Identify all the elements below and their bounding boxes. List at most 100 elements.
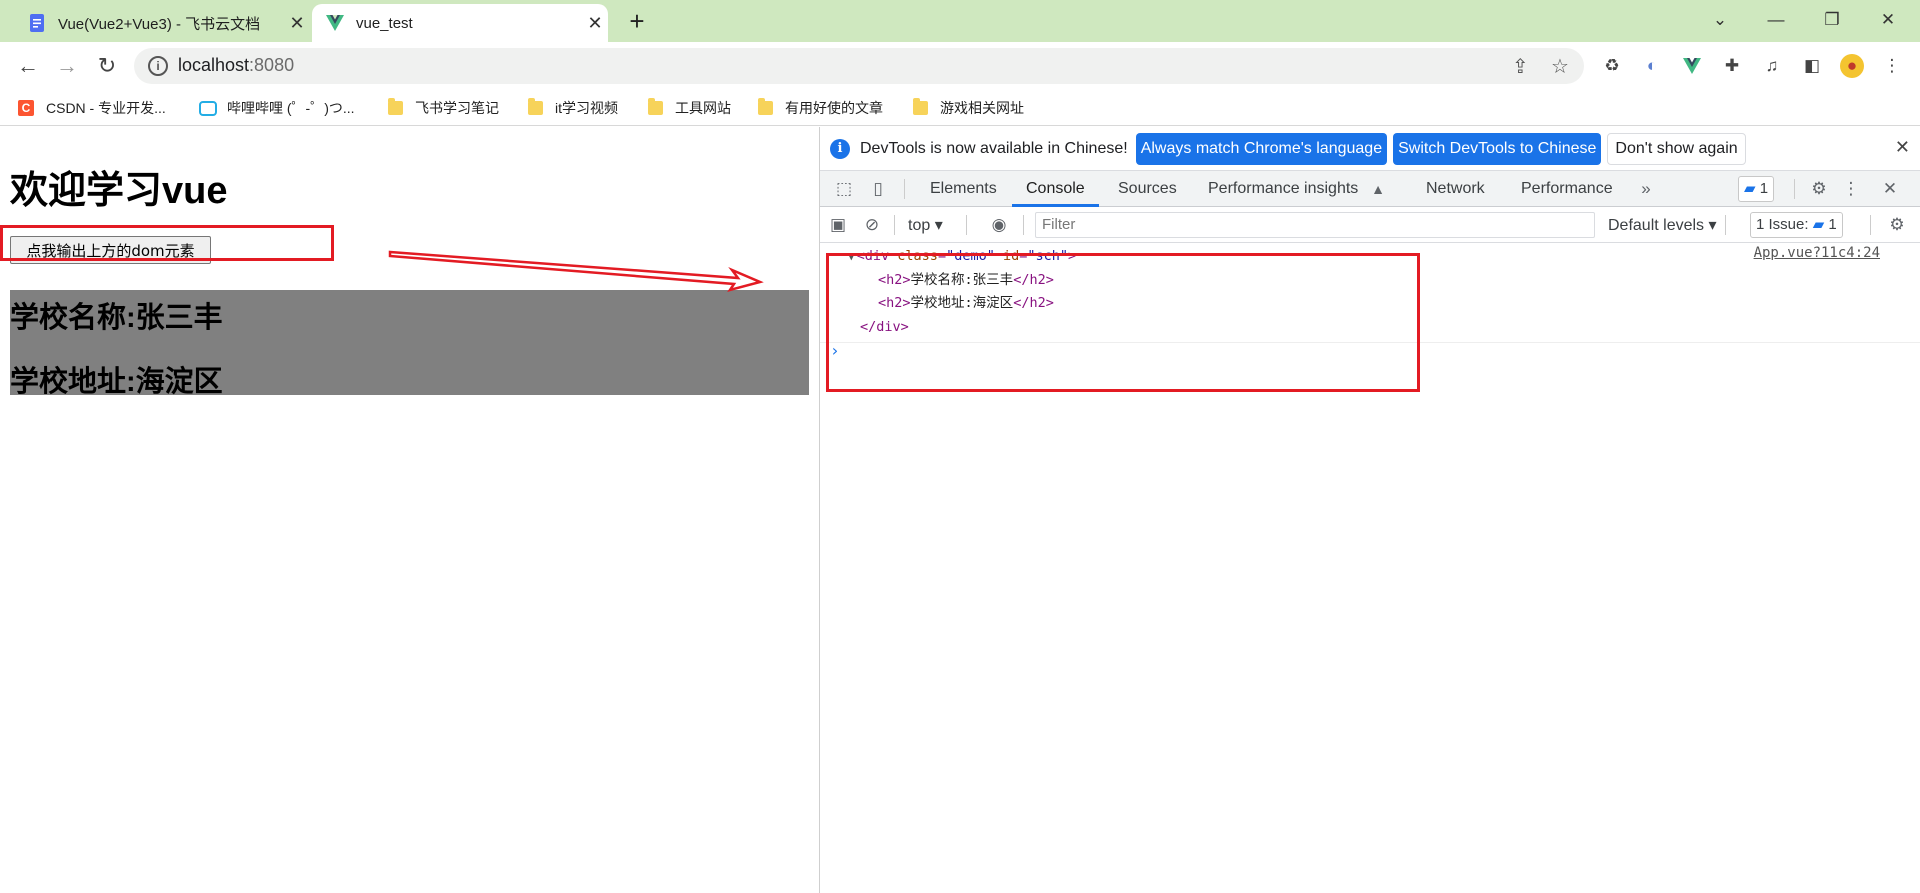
window-close-icon[interactable]: ✕ (1860, 0, 1916, 40)
tab-network[interactable]: Network (1426, 171, 1485, 207)
menu-kebab-icon[interactable]: ⋮ (1880, 54, 1904, 78)
always-match-language-button[interactable]: Always match Chrome's language (1135, 132, 1388, 165)
console-filter-input[interactable]: Filter (1035, 212, 1595, 238)
bookmark-label: 游戏相关网址 (940, 100, 1024, 116)
tab-title: vue_test (356, 14, 413, 32)
tab-console[interactable]: Console (1012, 171, 1099, 207)
tab-vue-test[interactable]: vue_test ✕ (312, 4, 608, 42)
devtools-tab-bar: ⬚ ▯ Elements Console Sources Performance… (820, 171, 1920, 207)
console-settings-gear-icon[interactable]: ⚙ (1885, 213, 1909, 237)
tab-sources[interactable]: Sources (1118, 171, 1177, 207)
log-levels-dropdown[interactable]: Default levels ▾ (1608, 215, 1717, 235)
bookmark-folder[interactable]: it学习视频 (528, 98, 618, 118)
infobar-close-icon[interactable]: ✕ (1895, 137, 1910, 158)
bookmark-folder[interactable]: 游戏相关网址 (913, 98, 1024, 118)
clear-console-icon[interactable]: ⊘ (860, 213, 884, 237)
forward-icon[interactable]: → (51, 50, 83, 82)
vue-devtools-icon[interactable] (1680, 54, 1704, 78)
messages-count: 1 (1759, 180, 1769, 197)
bookmark-folder[interactable]: 有用好使的文章 (758, 98, 883, 118)
docs-icon (28, 14, 46, 32)
toolbar-separator (1870, 215, 1871, 235)
tab-strip: Vue(Vue2+Vue3) - 飞书云文档 ✕ vue_test ✕ + ⌄ … (0, 0, 1920, 42)
tab-feishu-doc[interactable]: Vue(Vue2+Vue3) - 飞书云文档 ✕ (14, 4, 310, 42)
bookmark-folder[interactable]: 飞书学习笔记 (388, 98, 499, 118)
toolbar-separator (1023, 215, 1024, 235)
bookmark-star-icon[interactable]: ☆ (1551, 54, 1569, 79)
school-name: 学校名称:张三丰 (10, 302, 223, 334)
url-port: :8080 (249, 55, 295, 75)
folder-icon (913, 98, 928, 115)
tab-performance-insights[interactable]: Performance insights (1208, 171, 1358, 207)
dropdown-arrow-icon: ▾ (1708, 217, 1717, 234)
bookmark-label: 工具网站 (675, 100, 731, 116)
close-tab-icon[interactable]: ✕ (284, 13, 310, 34)
folder-icon (648, 98, 663, 115)
issues-label: 1 Issue: (1756, 216, 1809, 233)
extensions-puzzle-icon[interactable]: ✚ (1720, 54, 1744, 78)
bookmark-csdn[interactable]: C CSDN - 专业开发... (18, 98, 166, 118)
settings-gear-icon[interactable]: ⚙ (1807, 177, 1831, 201)
device-toolbar-icon[interactable]: ▯ (866, 177, 890, 201)
site-info-icon[interactable]: i (148, 56, 168, 76)
tab-elements[interactable]: Elements (930, 171, 997, 207)
close-tab-icon[interactable]: ✕ (582, 13, 608, 34)
url-host: localhost (178, 55, 250, 75)
csdn-icon: C (18, 100, 34, 116)
annotation-box-console (826, 253, 1420, 392)
back-icon[interactable]: ← (12, 50, 44, 82)
live-expression-eye-icon[interactable]: ◉ (987, 213, 1011, 237)
issue-icon: ▰ (1812, 216, 1825, 233)
more-tabs-chevron-icon[interactable]: » (1634, 177, 1658, 201)
folder-icon (758, 98, 773, 115)
context-selector[interactable]: top ▾ (908, 215, 943, 235)
address-bar[interactable]: i localhost:8080 ⇪ ☆ (134, 48, 1584, 84)
annotation-arrow (388, 250, 764, 293)
tab-search-icon[interactable]: ⌄ (1692, 0, 1748, 40)
experiment-flask-icon: ▲ (1371, 181, 1385, 197)
close-devtools-icon[interactable]: ✕ (1878, 177, 1902, 201)
inspect-element-icon[interactable]: ⬚ (832, 177, 856, 201)
issues-badge[interactable]: 1 Issue: ▰ 1 (1750, 212, 1843, 238)
annotation-box-button (0, 225, 334, 261)
toolbar-separator (1725, 215, 1726, 235)
minimize-icon[interactable]: — (1748, 0, 1804, 40)
issues-count: 1 (1828, 216, 1837, 233)
url-text[interactable]: localhost:8080 (178, 55, 294, 76)
sidebar-toggle-icon[interactable]: ▣ (826, 213, 850, 237)
dont-show-again-button[interactable]: Don't show again (1607, 132, 1746, 165)
bookmark-label: 有用好使的文章 (785, 100, 883, 116)
page-heading: 欢迎学习vue (10, 170, 228, 212)
vue-icon (326, 14, 344, 32)
context-label: top (908, 217, 931, 234)
bookmark-bilibili[interactable]: 哔哩哔哩 (゜-゜)つ... (199, 98, 355, 118)
console-toolbar: ▣ ⊘ top ▾ ◉ Filter Default levels ▾ 1 Is… (820, 207, 1920, 243)
bookmark-folder[interactable]: 工具网站 (648, 98, 731, 118)
levels-label: Default levels (1608, 217, 1705, 234)
infobar-message: DevTools is now available in Chinese! (860, 139, 1128, 157)
browser-toolbar: ← → ↻ i localhost:8080 ⇪ ☆ ♻ ◐ ✚ ♫ ◧ ● ⋮ (0, 42, 1920, 90)
school-address: 学校地址:海淀区 (10, 366, 223, 398)
recycle-extension-icon[interactable]: ♻ (1600, 54, 1624, 78)
switch-to-chinese-button[interactable]: Switch DevTools to Chinese (1393, 132, 1602, 165)
bookmarks-bar: C CSDN - 专业开发... 哔哩哔哩 (゜-゜)つ... 飞书学习笔记 i… (0, 90, 1920, 126)
info-icon: i (830, 138, 850, 159)
folder-icon (528, 98, 543, 115)
new-tab-icon[interactable]: + (622, 6, 652, 36)
log-source-link[interactable]: App.vue?11c4:24 (1754, 245, 1880, 261)
side-panel-icon[interactable]: ◧ (1800, 54, 1824, 78)
school-demo-block: 学校名称:张三丰 学校地址:海淀区 (10, 290, 809, 398)
tab-performance[interactable]: Performance (1521, 171, 1613, 207)
tab-separator (1794, 179, 1795, 199)
edge-extension-icon[interactable]: ◐ (1640, 54, 1664, 78)
devtools-menu-kebab-icon[interactable]: ⋮ (1839, 177, 1863, 201)
media-playlist-icon[interactable]: ♫ (1760, 54, 1784, 78)
folder-icon (388, 98, 403, 115)
devtools-language-infobar: i DevTools is now available in Chinese! … (820, 127, 1920, 171)
reload-icon[interactable]: ↻ (91, 50, 123, 82)
profile-avatar[interactable]: ● (1840, 54, 1864, 78)
tab-title: Vue(Vue2+Vue3) - 飞书云文档 (58, 15, 261, 33)
share-icon[interactable]: ⇪ (1512, 54, 1529, 79)
restore-icon[interactable]: ❐ (1804, 0, 1860, 40)
messages-badge[interactable]: ▰ 1 (1738, 176, 1775, 202)
